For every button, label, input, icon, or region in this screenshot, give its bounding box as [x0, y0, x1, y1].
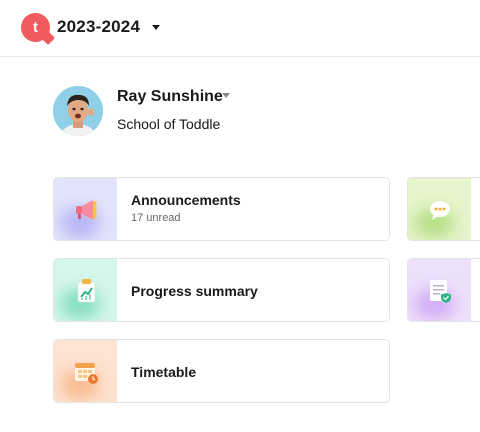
progress-summary-card[interactable]: Progress summary: [53, 258, 390, 322]
messages-card[interactable]: [407, 177, 480, 241]
card-icon-area: [54, 340, 117, 402]
user-name[interactable]: Ray Sunshine: [117, 88, 223, 106]
chevron-down-icon[interactable]: [152, 25, 160, 30]
avatar[interactable]: [53, 86, 103, 136]
chat-bubble-icon: [430, 201, 450, 220]
report-badge-icon: [430, 280, 451, 303]
chevron-down-icon[interactable]: [222, 93, 230, 98]
announcements-card[interactable]: Announcements 17 unread: [53, 177, 390, 241]
progress-chart-icon: [77, 279, 96, 303]
card-icon-area: [54, 178, 117, 240]
card-icon-area: [408, 178, 471, 240]
card-title: Timetable: [131, 364, 197, 380]
unread-count: 17 unread: [131, 212, 181, 224]
card-icon-area: [408, 259, 471, 321]
profile-photo-icon: [53, 86, 103, 136]
card-title: Announcements: [131, 192, 241, 208]
card-title: Progress summary: [131, 283, 258, 299]
timetable-card[interactable]: Timetable: [53, 339, 390, 403]
reports-card[interactable]: [407, 258, 480, 322]
calendar-clock-icon: [75, 363, 98, 384]
megaphone-icon: [76, 200, 97, 220]
card-icon-area: [54, 259, 117, 321]
logo-letter: t: [33, 19, 38, 36]
academic-year-selector[interactable]: 2023-2024: [57, 17, 140, 37]
top-bar: t 2023-2024: [0, 0, 480, 57]
toddle-logo[interactable]: t: [21, 13, 50, 42]
school-name: School of Toddle: [117, 116, 221, 132]
